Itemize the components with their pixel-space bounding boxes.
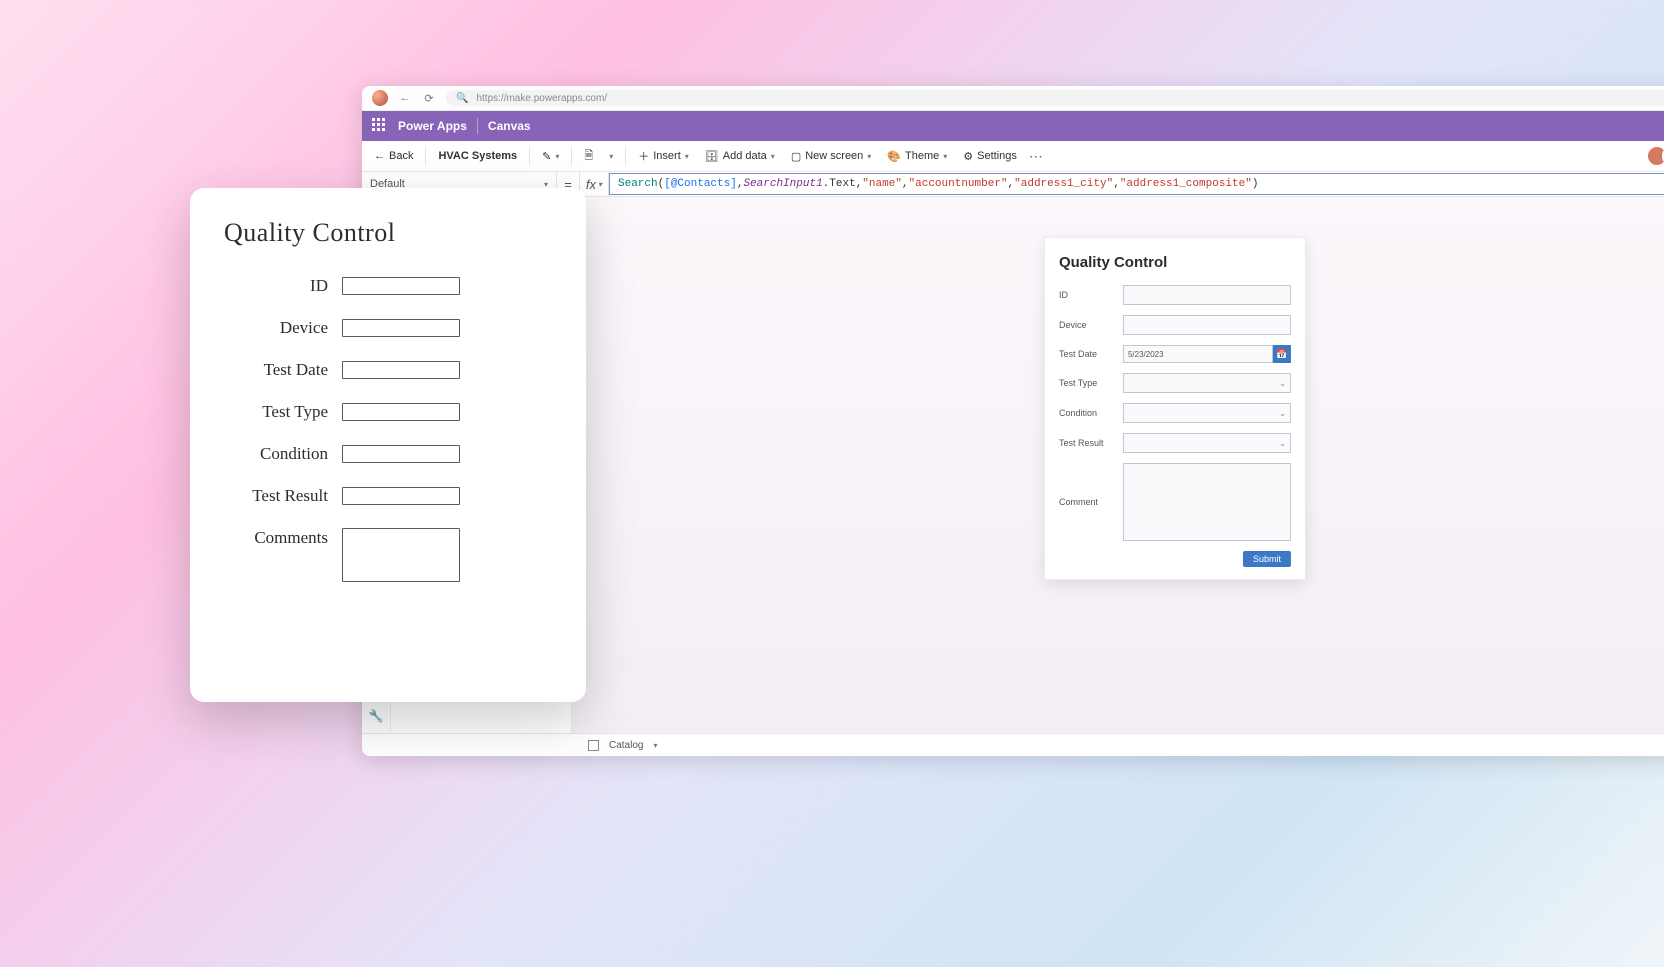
wrench-icon[interactable]: 🔧: [369, 709, 384, 723]
app-launcher-icon[interactable]: [372, 118, 388, 134]
status-bar: Catalog ▾ − + 50 % ⤢: [362, 733, 1664, 756]
form-title: Quality Control: [1059, 254, 1291, 271]
insert-label: Insert: [653, 150, 681, 162]
test-result-label: Test Result: [1059, 438, 1115, 448]
sketch-device-box: [342, 319, 460, 337]
document-icon: 🗎: [584, 147, 593, 166]
plus-icon: ＋: [638, 148, 649, 164]
edit-button[interactable]: ✎▾: [538, 148, 563, 165]
chevron-down-icon[interactable]: ▾: [653, 741, 657, 750]
app-name-label[interactable]: HVAC Systems: [434, 148, 521, 164]
save-menu[interactable]: ▾: [605, 150, 617, 163]
sketch-test-result-label: Test Result: [224, 486, 328, 506]
app-topbar: Power Apps Canvas 🏷 Environment Producti…: [362, 111, 1664, 141]
chevron-down-icon: ⌄: [1279, 409, 1286, 418]
theme-label: Theme: [905, 150, 939, 162]
palette-icon: 🎨: [887, 150, 901, 163]
sketch-condition-box: [342, 445, 460, 463]
sketch-test-date-label: Test Date: [224, 360, 328, 380]
sketch-comments-label: Comments: [224, 528, 328, 548]
presence-avatars[interactable]: MP CR +3: [1652, 145, 1664, 167]
formula-input[interactable]: Search([@Contacts], SearchInput1.Text, "…: [609, 173, 1664, 195]
settings-button[interactable]: ⚙ Settings: [959, 148, 1021, 165]
canvas-area[interactable]: Quality Control ID Device Test Date 5/23…: [572, 197, 1664, 733]
screen-indicator-icon: [588, 740, 599, 751]
sketch-test-result-box: [342, 487, 460, 505]
settings-label: Settings: [977, 150, 1017, 162]
comment-label: Comment: [1059, 497, 1115, 507]
chevron-down-icon: ⌄: [1279, 439, 1286, 448]
new-screen-button[interactable]: ▢ New screen ▾: [787, 148, 876, 165]
browser-url-bar[interactable]: 🔍 https://make.powerapps.com/: [446, 90, 1664, 106]
test-date-label: Test Date: [1059, 349, 1115, 359]
quality-control-form: Quality Control ID Device Test Date 5/23…: [1044, 237, 1306, 580]
browser-refresh-icon[interactable]: ⟳: [422, 91, 436, 105]
id-input[interactable]: [1123, 285, 1291, 305]
theme-button[interactable]: 🎨 Theme ▾: [883, 148, 951, 165]
more-button[interactable]: ⋯: [1029, 148, 1044, 165]
arrow-left-icon: ←: [374, 150, 385, 162]
test-date-input[interactable]: 5/23/2023 📅: [1123, 345, 1291, 363]
separator: [477, 118, 478, 134]
back-button[interactable]: ← Back: [370, 148, 417, 164]
save-button[interactable]: 🗎: [580, 145, 597, 168]
sketch-condition-label: Condition: [224, 444, 328, 464]
app-brand: Power Apps: [398, 119, 467, 133]
add-data-label: Add data: [723, 150, 767, 162]
screen-name[interactable]: Catalog: [609, 740, 643, 751]
test-type-label: Test Type: [1059, 378, 1115, 388]
add-data-button[interactable]: 🗄 Add data ▾: [701, 148, 779, 165]
sketch-device-label: Device: [224, 318, 328, 338]
condition-select[interactable]: ⌄: [1123, 403, 1291, 423]
sketch-title: Quality Control: [224, 218, 556, 248]
test-type-select[interactable]: ⌄: [1123, 373, 1291, 393]
ribbon: ← Back HVAC Systems ✎▾ 🗎 ▾ ＋ Insert ▾ 🗄 …: [362, 141, 1664, 172]
calendar-icon[interactable]: 📅: [1273, 345, 1291, 363]
id-label: ID: [1059, 290, 1115, 300]
avatar: [1646, 145, 1664, 167]
sketch-test-date-box: [342, 361, 460, 379]
browser-url-text: https://make.powerapps.com/: [476, 93, 607, 104]
submit-button[interactable]: Submit: [1243, 551, 1291, 567]
test-date-value: 5/23/2023: [1123, 345, 1273, 363]
sketch-comments-box: [342, 528, 460, 582]
browser-back-icon[interactable]: ←: [398, 91, 412, 105]
sketch-id-label: ID: [224, 276, 328, 296]
chevron-down-icon: ⌄: [1279, 379, 1286, 388]
browser-profile-avatar[interactable]: [372, 90, 388, 106]
back-label: Back: [389, 150, 413, 162]
sketch-card: Quality Control ID Device Test Date Test…: [190, 188, 586, 702]
database-icon: 🗄: [705, 150, 719, 163]
device-label: Device: [1059, 320, 1115, 330]
new-screen-label: New screen: [805, 150, 863, 162]
test-result-select[interactable]: ⌄: [1123, 433, 1291, 453]
browser-chrome: ← ⟳ 🔍 https://make.powerapps.com/ ⊕ ☆ ⧉: [362, 86, 1664, 111]
device-input[interactable]: [1123, 315, 1291, 335]
insert-button[interactable]: ＋ Insert ▾: [634, 146, 693, 166]
screen-icon: ▢: [791, 150, 801, 163]
condition-label: Condition: [1059, 408, 1115, 418]
sketch-test-type-label: Test Type: [224, 402, 328, 422]
fx-label[interactable]: fx▾: [580, 172, 609, 196]
comment-textarea[interactable]: [1123, 463, 1291, 541]
app-mode: Canvas: [488, 119, 531, 133]
search-icon: 🔍: [456, 93, 468, 104]
gear-icon: ⚙: [963, 150, 973, 163]
pencil-icon: ✎: [542, 150, 551, 163]
sketch-test-type-box: [342, 403, 460, 421]
sketch-id-box: [342, 277, 460, 295]
